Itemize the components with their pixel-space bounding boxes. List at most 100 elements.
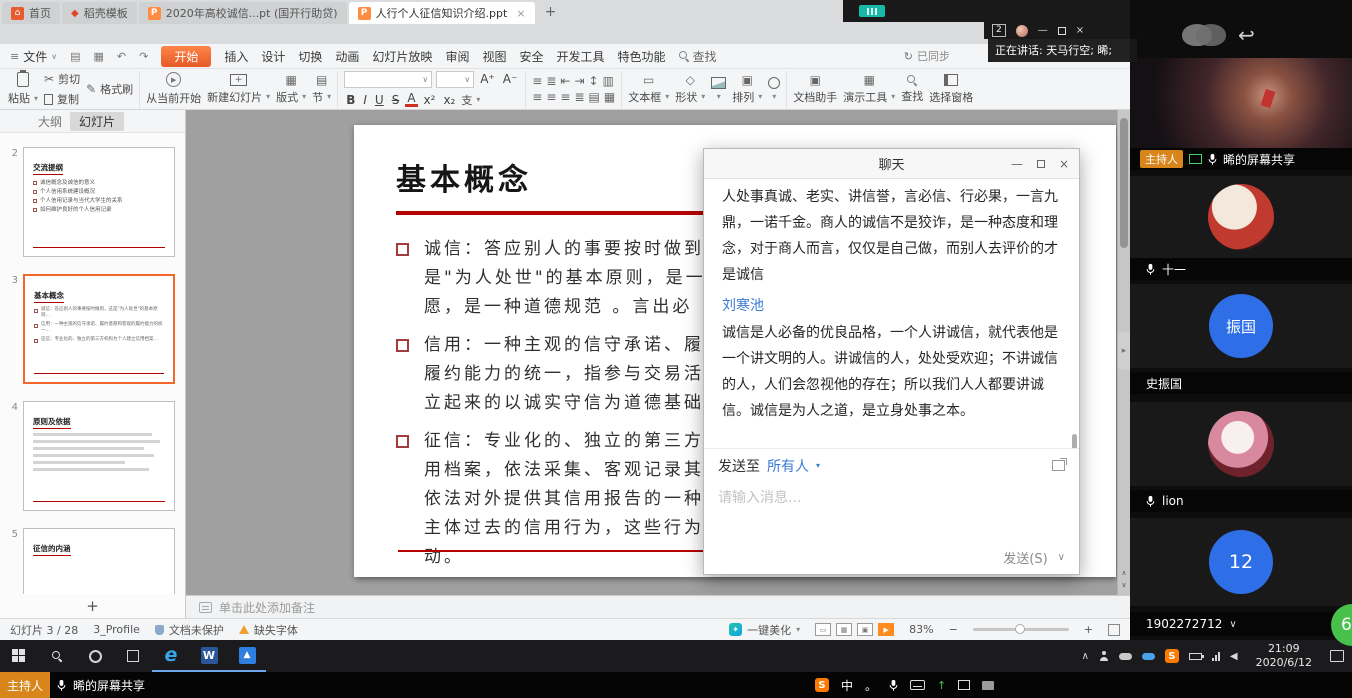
indent-decrease-icon[interactable]: ⇤ bbox=[560, 75, 570, 87]
menu-transition[interactable]: 切换 bbox=[298, 48, 322, 65]
zoom-out-button[interactable]: − bbox=[949, 623, 958, 636]
slide-sorter-button[interactable]: ▦ bbox=[836, 623, 852, 636]
chat-input[interactable]: 请输入消息... bbox=[704, 482, 1079, 540]
chat-minimize-button[interactable]: — bbox=[1011, 157, 1023, 171]
menu-animation[interactable]: 动画 bbox=[335, 48, 359, 65]
paste-button[interactable]: 粘贴▾ bbox=[8, 72, 38, 106]
onedrive-icon[interactable] bbox=[1142, 653, 1155, 660]
slide-thumbnail-4[interactable]: 原则及依据 bbox=[23, 401, 175, 511]
edge-button[interactable]: e bbox=[152, 640, 190, 672]
superscript-button[interactable]: x² bbox=[422, 93, 438, 107]
zoom-slider-handle[interactable] bbox=[1015, 624, 1025, 634]
subscript-button[interactable]: x₂ bbox=[441, 93, 457, 107]
send-to-select[interactable]: 所有人 bbox=[767, 456, 809, 476]
chat-maximize-button[interactable] bbox=[1037, 160, 1045, 168]
decrease-font-button[interactable]: A⁻ bbox=[501, 72, 520, 86]
participant-tile[interactable] bbox=[1130, 402, 1352, 486]
layout-button[interactable]: ▦ 版式▾ bbox=[276, 74, 306, 105]
participant-tile[interactable] bbox=[1130, 176, 1352, 258]
menu-slideshow[interactable]: 幻灯片放映 bbox=[372, 48, 432, 65]
increase-font-button[interactable]: A⁺ bbox=[478, 72, 497, 86]
align-center-icon[interactable]: ≡ bbox=[546, 91, 556, 103]
cortana-button[interactable] bbox=[76, 640, 114, 672]
distribute-icon[interactable]: ▤ bbox=[589, 91, 600, 103]
beautify-button[interactable]: ✦ 一键美化 ▾ bbox=[729, 622, 800, 638]
add-slide-button[interactable]: + bbox=[0, 594, 185, 618]
redo-icon[interactable]: ↷ bbox=[139, 50, 148, 63]
line-spacing-icon[interactable]: ↕ bbox=[589, 75, 599, 87]
popout-icon[interactable] bbox=[1052, 460, 1065, 471]
task-view-button[interactable] bbox=[114, 640, 152, 672]
arrow-up-icon[interactable]: ↑ bbox=[937, 679, 946, 692]
soft-keyboard-icon[interactable] bbox=[910, 680, 925, 690]
slide-thumbnail-5[interactable]: 征信的内涵 bbox=[23, 528, 175, 594]
strikethrough-button[interactable]: S bbox=[390, 93, 402, 107]
present-tools-button[interactable]: ▦ 演示工具▾ bbox=[843, 74, 895, 105]
copy-button[interactable]: 复制 bbox=[44, 91, 80, 107]
send-options-chevron-icon[interactable]: ∨ bbox=[1058, 552, 1065, 563]
text-direction-icon[interactable]: ▦ bbox=[604, 91, 615, 103]
send-button[interactable]: 发送(S) bbox=[1003, 548, 1047, 567]
chevron-down-icon[interactable]: ▾ bbox=[816, 461, 820, 470]
tab-outline[interactable]: 大纲 bbox=[38, 113, 62, 130]
start-button[interactable] bbox=[0, 640, 38, 672]
participant-tile[interactable]: 12 bbox=[1130, 518, 1352, 606]
find-button[interactable]: 查找 bbox=[901, 75, 923, 104]
zoom-level[interactable]: 83% bbox=[909, 623, 933, 636]
numbered-list-icon[interactable]: ≣ bbox=[546, 75, 556, 87]
normal-view-button[interactable]: ▭ bbox=[815, 623, 831, 636]
menu-devtools[interactable]: 开发工具 bbox=[556, 48, 604, 65]
font-color-button[interactable]: A bbox=[405, 93, 417, 107]
print-icon[interactable]: ▦ bbox=[94, 50, 104, 63]
chat-close-button[interactable]: × bbox=[1059, 157, 1069, 171]
tab-home[interactable]: ⌂ 首页 bbox=[2, 2, 60, 24]
undo-icon[interactable]: ↶ bbox=[117, 50, 126, 63]
slide-thumbnail-2[interactable]: 交流提纲 诚信概念及诚信的意义 个人信用系统建设概况 个人信用记录与当代大学生的… bbox=[23, 147, 175, 257]
previous-slide-button[interactable]: ∧ bbox=[1121, 569, 1126, 577]
menu-special[interactable]: 特色功能 bbox=[618, 48, 666, 65]
menu-design[interactable]: 设计 bbox=[261, 48, 285, 65]
slide-thumbnail-3-selected[interactable]: 基本概念 诚信：答应别人的事要按时做到，这是"为人处世"的基本原则… 信用：一种… bbox=[23, 274, 175, 384]
file-menu[interactable]: ≡ 文件 ∨ bbox=[10, 48, 57, 65]
arrange-button[interactable]: ▣ 排列▾ bbox=[732, 74, 762, 105]
back-arrow-icon[interactable]: ↩ bbox=[1238, 25, 1255, 45]
message-count-badge[interactable]: 2 bbox=[992, 24, 1006, 37]
columns-icon[interactable]: ▥ bbox=[603, 75, 614, 87]
doc-protect-button[interactable]: 文档未保护 bbox=[155, 622, 224, 638]
meeting-app-button[interactable]: ▲ bbox=[228, 640, 266, 672]
menu-start[interactable]: 开始 bbox=[161, 46, 211, 67]
host-video-tile[interactable] bbox=[1130, 58, 1352, 148]
next-slide-button[interactable]: ∨ bbox=[1121, 581, 1126, 589]
play-from-current-button[interactable]: ▶ 从当前开始 bbox=[146, 72, 201, 106]
chevron-down-icon[interactable]: ∨ bbox=[1229, 619, 1236, 630]
bullet-list-icon[interactable]: ≡ bbox=[532, 75, 542, 87]
voice-input-icon[interactable] bbox=[889, 679, 898, 692]
section-button[interactable]: ▤ 节▾ bbox=[312, 74, 331, 105]
align-left-icon[interactable]: ≡ bbox=[532, 91, 542, 103]
tab-docer[interactable]: ◆ 稻壳模板 bbox=[62, 2, 137, 24]
ribbon-search[interactable]: 查找 bbox=[679, 48, 717, 65]
scrollbar-thumb[interactable] bbox=[1120, 118, 1128, 248]
chinese-mode-icon[interactable]: 中 bbox=[841, 677, 853, 694]
action-center-icon[interactable] bbox=[1330, 650, 1344, 662]
selection-pane-button[interactable]: 选择窗格 bbox=[929, 74, 973, 105]
justify-icon[interactable]: ≣ bbox=[574, 91, 584, 103]
tab-document-2[interactable]: P 人行个人征信知识介绍.ppt × bbox=[349, 2, 535, 24]
people-icon[interactable] bbox=[1099, 651, 1109, 661]
sogou-tray-icon[interactable]: S bbox=[1165, 649, 1179, 663]
close-tab-icon[interactable]: × bbox=[516, 7, 525, 20]
font-size-select[interactable]: ∨ bbox=[436, 71, 474, 88]
toolbox-icon[interactable] bbox=[982, 681, 994, 690]
zoom-in-button[interactable]: + bbox=[1084, 623, 1093, 636]
chat-messages[interactable]: 人处事真诚、老实、讲信誉，言必信、行必果，一言九鼎，一诺千金。商人的诚信不是狡诈… bbox=[704, 179, 1079, 448]
chat-scrollbar-thumb[interactable] bbox=[1072, 434, 1077, 448]
reading-view-button[interactable]: ▣ bbox=[857, 623, 873, 636]
taskbar-clock[interactable]: 21:09 2020/6/12 bbox=[1256, 642, 1312, 670]
menu-review[interactable]: 审阅 bbox=[445, 48, 469, 65]
tray-expand-icon[interactable]: ∧ bbox=[1082, 651, 1089, 662]
textbox-button[interactable]: ▭ 文本框▾ bbox=[628, 74, 669, 105]
chat-sender-name[interactable]: 刘寒池 bbox=[722, 293, 1061, 319]
cut-button[interactable]: ✂剪切 bbox=[44, 71, 80, 87]
menu-insert[interactable]: 插入 bbox=[224, 48, 248, 65]
format-painter-button[interactable]: ✎格式刷 bbox=[86, 81, 133, 97]
